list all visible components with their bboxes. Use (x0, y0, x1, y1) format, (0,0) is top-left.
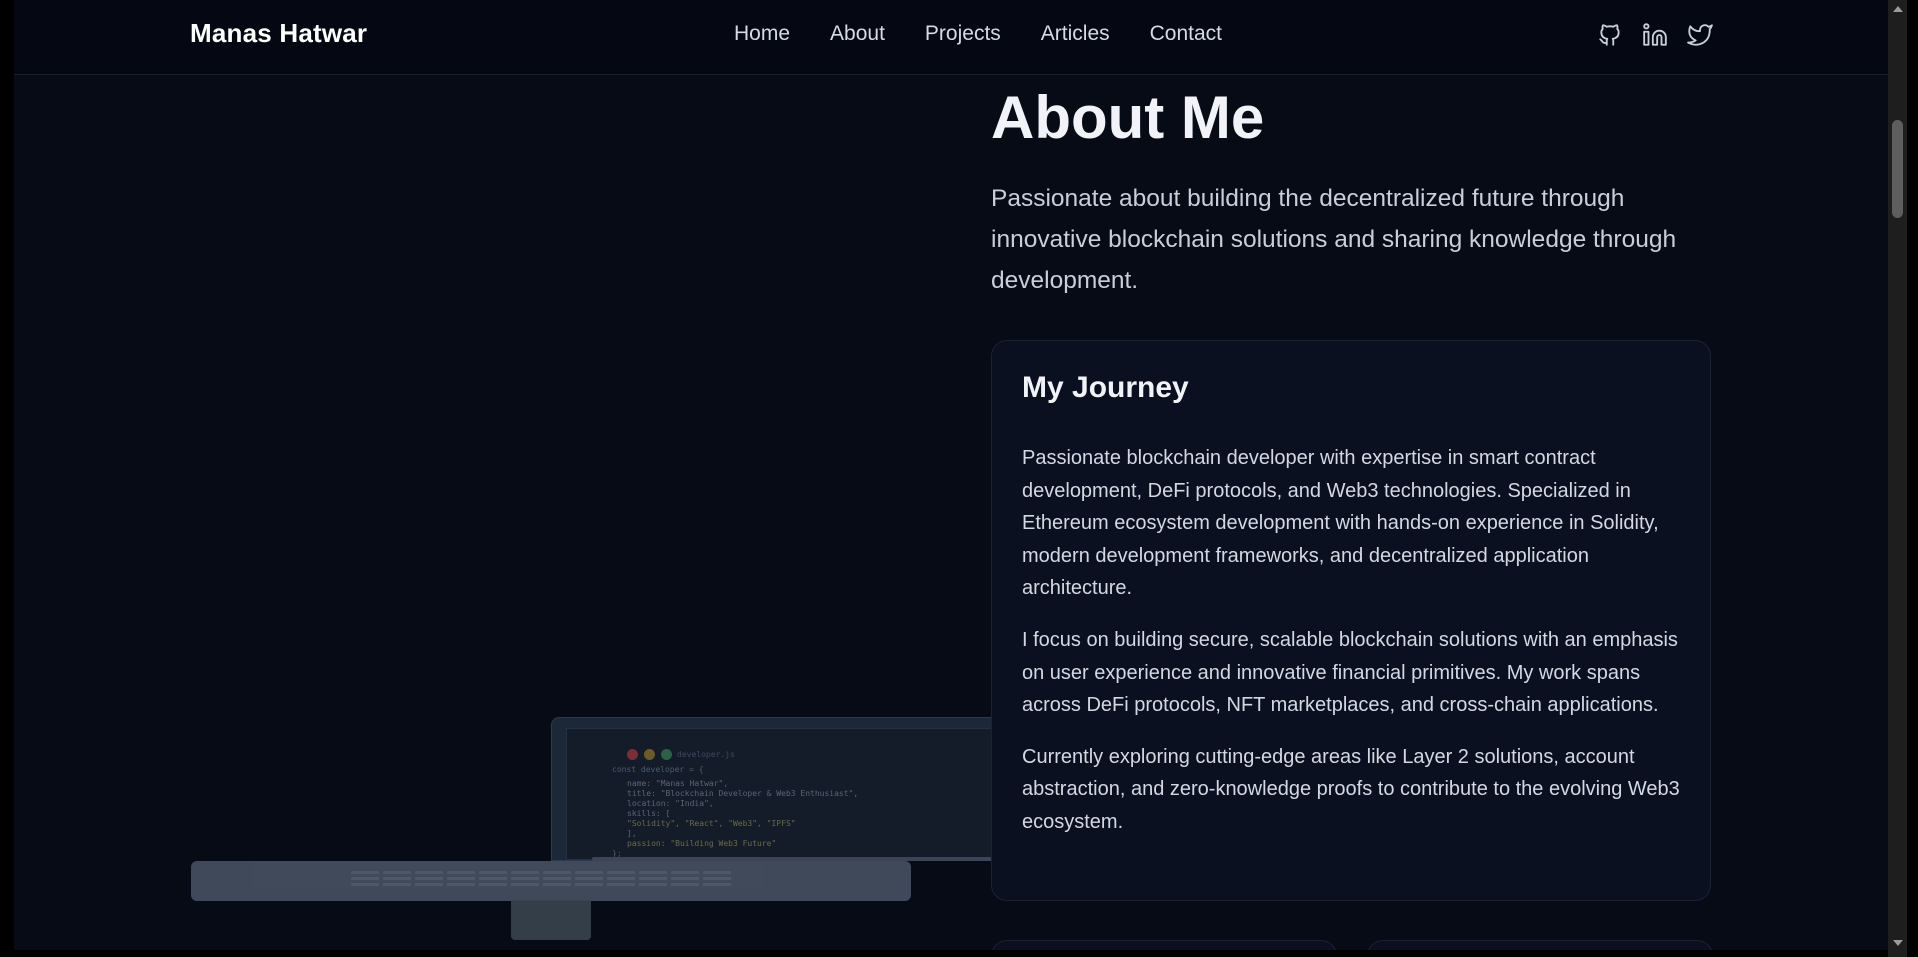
twitter-icon[interactable] (1686, 20, 1713, 50)
journey-paragraph: Passionate blockchain developer with exp… (1022, 447, 1659, 600)
scroll-down-icon[interactable] (1893, 940, 1903, 946)
code-line: passion: "Building Web3 Future" (627, 839, 777, 848)
brand-logo[interactable]: Manas Hatwar (190, 18, 367, 49)
nav-articles-link[interactable]: Articles (1041, 22, 1110, 46)
github-icon[interactable] (1596, 20, 1623, 50)
nav-projects-link[interactable]: Projects (925, 22, 1001, 46)
journey-paragraph: Currently exploring cutting-edge areas l… (1022, 745, 1680, 833)
next-card (1367, 940, 1713, 950)
laptop-illustration: developer.js const developer = { name: "… (551, 717, 1023, 861)
nav-home-link[interactable]: Home (734, 22, 790, 46)
social-links (1596, 20, 1713, 50)
code-line: skills: [ (627, 809, 671, 818)
vertical-scrollbar[interactable] (1888, 0, 1907, 957)
about-subtitle: Passionate about building the decentrali… (991, 185, 1677, 294)
journey-title: My Journey (1022, 371, 1189, 404)
next-card (991, 940, 1337, 950)
window-edge (1907, 0, 1918, 957)
nav-about-link[interactable]: About (830, 22, 885, 46)
code-line: ], (627, 829, 637, 838)
about-title: About Me (991, 84, 1265, 151)
navbar: Manas Hatwar Home About Projects Article… (14, 0, 1888, 75)
laptop-stand (511, 900, 591, 940)
code-header: developer.js (677, 750, 735, 759)
nav-links: Home About Projects Articles Contact (734, 22, 1222, 46)
yellow-dot-icon (644, 749, 655, 760)
laptop-screen: developer.js const developer = { name: "… (566, 728, 998, 860)
red-dot-icon (627, 749, 638, 760)
journey-body: Passionate blockchain developer with exp… (1022, 442, 1682, 858)
code-line: name: "Manas Hatwar", (627, 779, 729, 788)
window-dots (627, 749, 672, 760)
journey-card: My Journey Passionate blockchain develop… (991, 340, 1711, 901)
keyboard-keys (351, 871, 731, 889)
green-dot-icon (661, 749, 672, 760)
laptop-keyboard (191, 861, 911, 901)
nav-contact-link[interactable]: Contact (1150, 22, 1222, 46)
journey-paragraph: I focus on building secure, scalable blo… (1022, 628, 1678, 717)
code-line: const developer = { (612, 765, 704, 774)
scroll-up-icon[interactable] (1893, 6, 1903, 12)
scrollbar-thumb[interactable] (1892, 120, 1903, 218)
code-line: "Solidity", "React", "Web3", "IPFS" (627, 819, 796, 828)
linkedin-icon[interactable] (1641, 20, 1668, 50)
code-line: location: "India", (627, 799, 714, 808)
code-line: title: "Blockchain Developer & Web3 Enth… (627, 789, 859, 798)
page: Manas Hatwar Home About Projects Article… (14, 0, 1888, 950)
